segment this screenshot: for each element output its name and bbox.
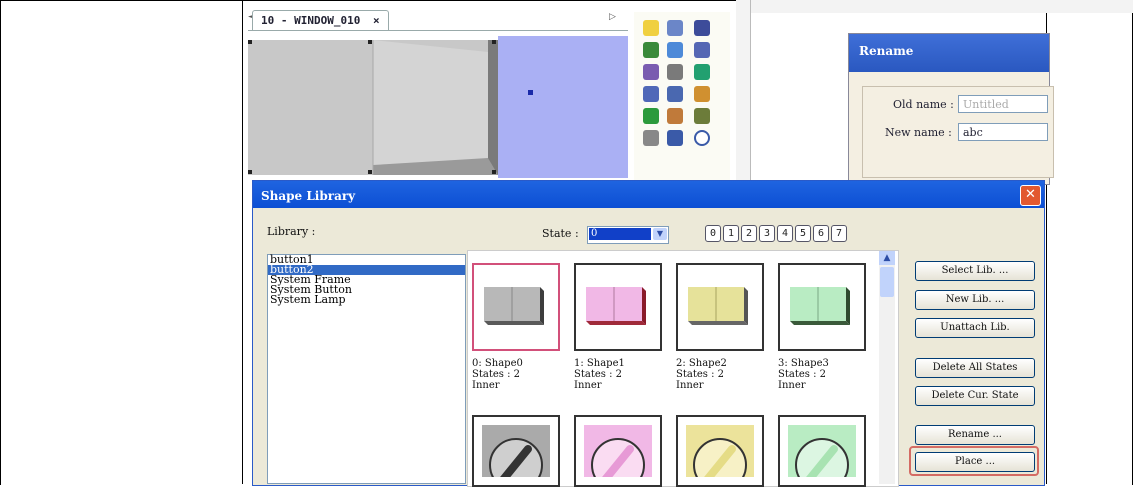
select-lib-button[interactable]: Select Lib. ...: [915, 261, 1035, 281]
function-icon[interactable]: [643, 130, 659, 146]
shape-states: States : 2: [472, 369, 520, 380]
vertical-ruler: [736, 0, 751, 180]
selection-area[interactable]: [498, 36, 628, 178]
knob-0-preview: [482, 425, 550, 477]
state-button-2[interactable]: 2: [741, 225, 757, 242]
state-button-1[interactable]: 1: [723, 225, 739, 242]
monitor-icon[interactable]: [667, 86, 683, 102]
chart-icon[interactable]: [694, 108, 710, 124]
state-button-7[interactable]: 7: [831, 225, 847, 242]
clock-icon[interactable]: [694, 130, 710, 146]
button-object[interactable]: [248, 40, 498, 175]
shape-name: 2: Shape2: [676, 358, 727, 369]
rename-panel: Old name : Untitled New name : abc: [862, 86, 1054, 178]
shape-1-preview: [586, 287, 646, 325]
unattach-lib-button[interactable]: Unattach Lib.: [915, 318, 1035, 338]
screen-icon[interactable]: [694, 42, 710, 58]
state-button-3[interactable]: 3: [759, 225, 775, 242]
state-dropdown-value: 0: [589, 228, 651, 240]
scrollbar-thumb[interactable]: [880, 267, 894, 297]
display-icon[interactable]: [694, 20, 710, 36]
delete-cur-state-button[interactable]: Delete Cur. State: [915, 386, 1035, 406]
state-button-4[interactable]: 4: [777, 225, 793, 242]
shape-caption-2: 2: Shape2 States : 2 Inner: [676, 358, 727, 391]
object-toolbar: [634, 12, 730, 180]
numeric-icon[interactable]: [643, 86, 659, 102]
lamp-icon[interactable]: [643, 20, 659, 36]
bitmap-icon[interactable]: [667, 42, 683, 58]
shape-name: 3: Shape3: [778, 358, 829, 369]
home-icon[interactable]: [667, 108, 683, 124]
shape-caption-0: 0: Shape0 States : 2 Inner: [472, 358, 523, 391]
shape-3-preview: [790, 287, 850, 325]
rename-dialog: Rename Old name : Untitled New name : ab…: [848, 33, 1054, 185]
knob-3-preview: [788, 425, 856, 477]
tab-close-icon[interactable]: ×: [373, 14, 380, 27]
frame-divider: [242, 0, 243, 484]
chevron-down-icon[interactable]: ▼: [653, 228, 667, 240]
shape-library-title: Shape Library: [261, 189, 356, 203]
shape-thumb-4[interactable]: [472, 415, 560, 487]
state-button-5[interactable]: 5: [795, 225, 811, 242]
shape-kind: Inner: [574, 380, 602, 391]
shape-thumb-3[interactable]: [778, 263, 866, 351]
shape-thumb-0[interactable]: [472, 263, 560, 351]
shape-states: States : 2: [676, 369, 724, 380]
library-item[interactable]: System Lamp: [268, 294, 465, 305]
canvas-border: [248, 30, 628, 31]
shape-thumb-2[interactable]: [676, 263, 764, 351]
new-name-input[interactable]: abc: [958, 123, 1048, 141]
shape-thumb-5[interactable]: [574, 415, 662, 487]
keypad-icon[interactable]: [643, 64, 659, 80]
shape-kind: Inner: [778, 380, 806, 391]
old-name-field: Untitled: [958, 95, 1048, 113]
tag-icon[interactable]: [643, 108, 659, 124]
shape-2-preview: [688, 287, 748, 325]
shape-grid-scrollbar[interactable]: ▲: [879, 251, 895, 484]
rename-title: Rename: [849, 34, 1049, 72]
shape-states: States : 2: [778, 369, 826, 380]
shape-kind: Inner: [472, 380, 500, 391]
knob-1-preview: [584, 425, 652, 477]
move-icon[interactable]: [694, 64, 710, 80]
selection-handle[interactable]: [528, 90, 533, 95]
shape-grid: 0: Shape0 States : 2 Inner 1: Shape1 Sta…: [467, 250, 899, 487]
button-3d-shape: [248, 40, 498, 175]
place-button[interactable]: Place ...: [915, 452, 1035, 472]
switch-icon[interactable]: [643, 42, 659, 58]
rename-button[interactable]: Rename ...: [915, 425, 1035, 445]
shape-kind: Inner: [676, 380, 704, 391]
shape-states: States : 2: [574, 369, 622, 380]
library-list[interactable]: button1 button2 System Frame System Butt…: [267, 254, 466, 484]
tab-scroll-right[interactable]: ▷: [609, 12, 616, 22]
state-button-0[interactable]: 0: [705, 225, 721, 242]
table-icon[interactable]: [667, 20, 683, 36]
shape-library-titlebar: Shape Library ✕: [253, 181, 1044, 208]
state-dropdown[interactable]: 0 ▼: [587, 226, 669, 244]
window-icon[interactable]: [667, 130, 683, 146]
state-button-6[interactable]: 6: [813, 225, 829, 242]
camera-icon[interactable]: [667, 64, 683, 80]
state-label: State :: [542, 227, 579, 240]
horizontal-ruler: [736, 0, 1133, 13]
new-lib-button[interactable]: New Lib. ...: [915, 290, 1035, 310]
shape-thumb-7[interactable]: [778, 415, 866, 487]
old-name-label: Old name :: [893, 98, 954, 111]
delete-all-states-button[interactable]: Delete All States: [915, 358, 1035, 378]
shape-name: 0: Shape0: [472, 358, 523, 369]
close-icon[interactable]: ✕: [1020, 185, 1041, 206]
shape-caption-3: 3: Shape3 States : 2 Inner: [778, 358, 829, 391]
shape-caption-1: 1: Shape1 States : 2 Inner: [574, 358, 625, 391]
shape-name: 1: Shape1: [574, 358, 625, 369]
scroll-up-icon[interactable]: ▲: [879, 251, 895, 265]
shape-0-preview: [484, 287, 544, 325]
knob-2-preview: [686, 425, 754, 477]
new-name-label: New name :: [885, 126, 952, 139]
network-icon[interactable]: [694, 86, 710, 102]
shape-thumb-6[interactable]: [676, 415, 764, 487]
library-label: Library :: [267, 225, 316, 238]
shape-thumb-1[interactable]: [574, 263, 662, 351]
shape-library-dialog: Shape Library ✕ Library : button1 button…: [252, 180, 1045, 487]
window-tab-label: 10 - WINDOW_010: [261, 14, 361, 27]
